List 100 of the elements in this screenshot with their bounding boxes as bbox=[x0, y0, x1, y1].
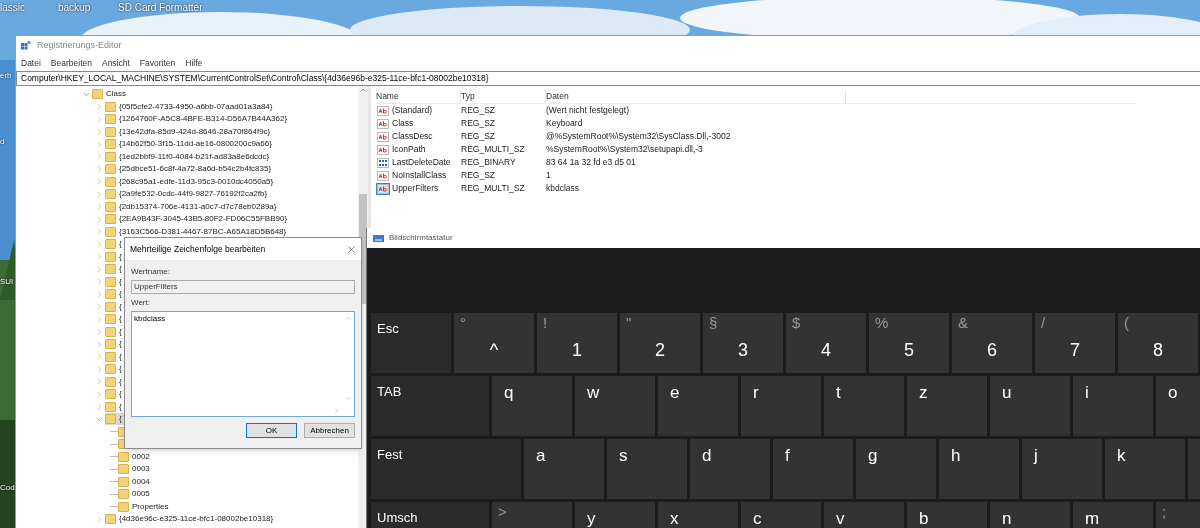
value-name[interactable]: Class bbox=[392, 117, 414, 130]
keyboard-key[interactable]: b bbox=[907, 502, 987, 528]
keyboard-key[interactable]: z bbox=[907, 376, 987, 436]
keyboard-key[interactable]: Umsch bbox=[371, 502, 489, 528]
keyboard-key[interactable]: s bbox=[607, 439, 687, 499]
tree-item[interactable]: Class bbox=[106, 88, 126, 101]
keyboard-key[interactable]: r bbox=[741, 376, 821, 436]
column-header[interactable]: Daten bbox=[546, 90, 846, 103]
tree-item[interactable]: { bbox=[119, 250, 122, 263]
tree-item[interactable]: {1264760F-A5C8-4BFE-B314-D56A7B44A362} bbox=[119, 113, 288, 126]
keyboard-key[interactable]: n bbox=[990, 502, 1070, 528]
tree-item[interactable]: { bbox=[119, 363, 122, 376]
tree-item[interactable]: { bbox=[119, 238, 122, 251]
scroll-right-icon[interactable] bbox=[333, 407, 340, 414]
keyboard-key[interactable]: e bbox=[658, 376, 738, 436]
tree-item[interactable]: {14b62f50-3f15-11dd-ae16-0800200c9a66} bbox=[119, 138, 272, 151]
tree-item[interactable]: { bbox=[119, 263, 122, 276]
keyboard-key[interactable]: y bbox=[575, 502, 655, 528]
keyboard-key[interactable]: c bbox=[741, 502, 821, 528]
tree-item[interactable]: {1ed2bbf9-11f0-4084-b21f-ad83a8e6dcdc} bbox=[119, 150, 270, 163]
keyboard-key[interactable]: / 7 bbox=[1035, 313, 1115, 373]
keyboard-key[interactable]: Fest bbox=[371, 439, 521, 499]
value-name[interactable]: NoInstallClass bbox=[392, 169, 447, 182]
tree-item[interactable]: { bbox=[119, 413, 122, 426]
address-bar[interactable]: Computer\HKEY_LOCAL_MACHINE\SYSTEM\CurrentControlSet\Control\Class\{4d36e96b-e325-11ce-bfc1-08002be10318} bbox=[16, 71, 1200, 86]
column-header[interactable]: Name bbox=[376, 90, 461, 103]
keyboard-key[interactable]: x bbox=[658, 502, 738, 528]
tree-item[interactable]: {2a9fe532-0cdc-44f9-9827-76192f2ca2fb} bbox=[119, 188, 268, 201]
keyboard-key[interactable]: j bbox=[1022, 439, 1102, 499]
tree-item[interactable]: {05f5cfe2-4733-4950-a6bb-07aad01a3a84} bbox=[119, 100, 273, 113]
menu-item[interactable]: Favoriten bbox=[139, 57, 176, 70]
menu-item[interactable]: Bearbeiten bbox=[50, 57, 92, 70]
keyboard-key[interactable]: v bbox=[824, 502, 904, 528]
tree-item[interactable]: {4d36e96c-e325-11ce-bfc1-08002be10318} bbox=[119, 513, 274, 526]
keyboard-key[interactable]: Esc bbox=[371, 313, 451, 373]
keyboard-key[interactable]: k bbox=[1105, 439, 1185, 499]
value-name[interactable]: ClassDesc bbox=[392, 130, 433, 143]
keyboard-key[interactable]: u bbox=[990, 376, 1070, 436]
keyboard-key[interactable]: i bbox=[1073, 376, 1153, 436]
tree-item[interactable]: Properties bbox=[132, 500, 169, 513]
tree-item[interactable]: { bbox=[119, 350, 122, 363]
keyboard-key[interactable]: ( 8 bbox=[1118, 313, 1198, 373]
tree-item[interactable]: {2db15374-706e-4131-a0c7-d7c78eb0289a} bbox=[119, 200, 277, 213]
column-header[interactable]: Typ bbox=[461, 90, 546, 103]
close-icon[interactable] bbox=[346, 243, 357, 255]
tree-item[interactable]: {3163C566-D381-4467-87BC-A65A18D5B648} bbox=[119, 225, 287, 238]
value-name[interactable]: (Standard) bbox=[392, 104, 433, 117]
key-character: v bbox=[836, 510, 845, 527]
tree-item[interactable]: 0004 bbox=[132, 475, 150, 488]
keyboard-key[interactable]: & 6 bbox=[952, 313, 1032, 373]
value-name[interactable]: LastDeleteDate bbox=[392, 156, 451, 169]
keyboard-key[interactable]: f bbox=[773, 439, 853, 499]
tree-item[interactable]: { bbox=[119, 388, 122, 401]
desktop-icon-label[interactable]: Cod bbox=[0, 482, 15, 494]
keyboard-key[interactable]: ° ^ bbox=[454, 313, 534, 373]
tree-item[interactable]: { bbox=[119, 275, 122, 288]
value-name-field[interactable]: UpperFilters bbox=[131, 280, 355, 294]
dialog-button[interactable]: OK bbox=[246, 423, 297, 438]
value-name[interactable]: UpperFilters bbox=[392, 182, 439, 195]
tree-item[interactable]: { bbox=[119, 400, 122, 413]
keyboard-key[interactable]: m bbox=[1073, 502, 1153, 528]
menu-item[interactable]: Datei bbox=[21, 57, 41, 70]
tree-item[interactable]: { bbox=[119, 288, 122, 301]
keyboard-key[interactable]: o bbox=[1156, 376, 1200, 436]
tree-item[interactable]: 0002 bbox=[132, 450, 150, 463]
keyboard-key[interactable]: ! 1 bbox=[537, 313, 617, 373]
tree-item[interactable]: { bbox=[119, 300, 122, 313]
tree-item[interactable]: {13e42dfa-85d9-424d-8646-28a70f864f9c} bbox=[119, 125, 271, 138]
keyboard-key[interactable]: q bbox=[492, 376, 572, 436]
keyboard-key[interactable]: d bbox=[690, 439, 770, 499]
keyboard-key[interactable]: " 2 bbox=[620, 313, 700, 373]
keyboard-key[interactable]: h bbox=[939, 439, 1019, 499]
tree-item[interactable]: {268c95a1-edfe-11d3-95c3-0010dc4050a5} bbox=[119, 175, 274, 188]
desktop-icon-label[interactable]: SUI bbox=[0, 276, 14, 288]
tree-item[interactable]: { bbox=[119, 338, 122, 351]
scroll-up-icon[interactable] bbox=[345, 315, 352, 322]
keyboard-key[interactable]: g bbox=[856, 439, 936, 499]
keyboard-key[interactable]: w bbox=[575, 376, 655, 436]
tree-item[interactable]: {2EA9B43F-3045-43B5-80F2-FD06C55FBB90} bbox=[119, 213, 288, 226]
scroll-down-icon[interactable] bbox=[345, 395, 352, 402]
menu-item[interactable]: Hilfe bbox=[185, 57, 203, 70]
keyboard-key[interactable]: ; bbox=[1156, 502, 1200, 528]
value-data-field[interactable]: kbdclass bbox=[131, 311, 355, 417]
keyboard-key[interactable]: § 3 bbox=[703, 313, 783, 373]
menu-item[interactable]: Ansicht bbox=[101, 57, 130, 70]
keyboard-key[interactable]: $ 4 bbox=[786, 313, 866, 373]
tree-item[interactable]: {25dbce51-6c8f-4a72-8a6d-b54c2b4fc835} bbox=[119, 163, 272, 176]
tree-item[interactable]: { bbox=[119, 375, 122, 388]
value-name[interactable]: IconPath bbox=[392, 143, 426, 156]
keyboard-key[interactable]: > bbox=[492, 502, 572, 528]
tree-item[interactable]: 0005 bbox=[132, 488, 150, 501]
keyboard-key[interactable]: % 5 bbox=[869, 313, 949, 373]
keyboard-key[interactable]: TAB bbox=[371, 376, 489, 436]
tree-item[interactable]: 0003 bbox=[132, 463, 150, 476]
dialog-button[interactable]: Abbrechen bbox=[304, 423, 355, 438]
scroll-up-icon[interactable] bbox=[359, 86, 367, 94]
tree-item[interactable]: { bbox=[119, 313, 122, 326]
keyboard-key[interactable]: a bbox=[524, 439, 604, 499]
keyboard-key[interactable]: t bbox=[824, 376, 904, 436]
tree-item[interactable]: { bbox=[119, 325, 122, 338]
